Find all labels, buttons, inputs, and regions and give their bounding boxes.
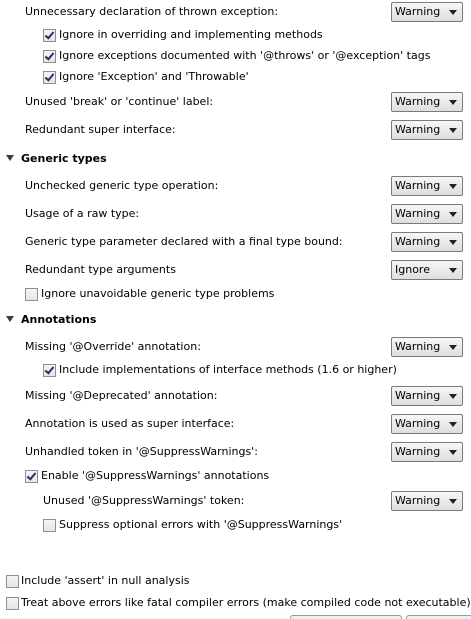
chevron-down-icon xyxy=(449,100,457,105)
redundant-type-arguments-severity-select[interactable]: Ignore xyxy=(391,260,463,280)
expand-arrow-icon xyxy=(6,155,14,161)
chevron-down-icon xyxy=(449,268,457,273)
missing-deprecated-label: Missing '@Deprecated' annotation: xyxy=(25,389,218,402)
chevron-down-icon xyxy=(449,212,457,217)
final-type-bound-severity-select[interactable]: Warning xyxy=(391,232,463,252)
chevron-down-icon xyxy=(449,240,457,245)
unused-break-label: Unused 'break' or 'continue' label: xyxy=(25,95,214,108)
chevron-down-icon xyxy=(449,499,457,504)
expand-arrow-icon xyxy=(6,316,14,322)
suppress-optional-errors-label: Suppress optional errors with '@Suppress… xyxy=(59,518,343,531)
chevron-down-icon xyxy=(449,450,457,455)
ignore-exception-throwable-checkbox[interactable] xyxy=(43,71,56,84)
unnecessary-declaration-severity-value: Warning xyxy=(395,5,441,18)
unused-suppress-token-severity-select[interactable]: Warning xyxy=(391,491,463,511)
unused-break-severity-select[interactable]: Warning xyxy=(391,92,463,112)
ignore-documented-exceptions-label: Ignore exceptions documented with '@thro… xyxy=(59,49,431,62)
missing-deprecated-severity-select[interactable]: Warning xyxy=(391,386,463,406)
unhandled-token-label: Unhandled token in '@SuppressWarnings': xyxy=(25,445,258,458)
unnecessary-declaration-severity-select[interactable]: Warning xyxy=(391,2,463,22)
unused-break-severity-value: Warning xyxy=(395,95,441,108)
generic-types-section-header[interactable]: Generic types xyxy=(6,150,107,168)
treat-fatal-errors-checkbox[interactable] xyxy=(6,597,19,610)
annotation-super-interface-severity-value: Warning xyxy=(395,417,441,430)
treat-fatal-errors-label: Treat above errors like fatal compiler e… xyxy=(21,596,471,609)
unused-suppress-token-label: Unused '@SuppressWarnings' token: xyxy=(43,494,245,507)
unused-suppress-token-severity-value: Warning xyxy=(395,494,441,507)
ignore-overriding-checkbox[interactable] xyxy=(43,29,56,42)
enable-suppress-warnings-label: Enable '@SuppressWarnings' annotations xyxy=(41,469,270,482)
annotation-super-interface-severity-select[interactable]: Warning xyxy=(391,414,463,434)
partial-button-edge[interactable] xyxy=(406,615,471,619)
chevron-down-icon xyxy=(449,394,457,399)
raw-type-severity-select[interactable]: Warning xyxy=(391,204,463,224)
redundant-super-interface-severity-select[interactable]: Warning xyxy=(391,120,463,140)
redundant-super-interface-severity-value: Warning xyxy=(395,123,441,136)
final-type-bound-severity-value: Warning xyxy=(395,235,441,248)
unchecked-generic-label: Unchecked generic type operation: xyxy=(25,179,219,192)
annotation-super-interface-label: Annotation is used as super interface: xyxy=(25,417,235,430)
unnecessary-declaration-label: Unnecessary declaration of thrown except… xyxy=(25,5,279,18)
unhandled-token-severity-value: Warning xyxy=(395,445,441,458)
missing-override-severity-select[interactable]: Warning xyxy=(391,337,463,357)
include-interface-methods-label: Include implementations of interface met… xyxy=(59,363,397,376)
missing-override-severity-value: Warning xyxy=(395,340,441,353)
missing-deprecated-severity-value: Warning xyxy=(395,389,441,402)
raw-type-severity-value: Warning xyxy=(395,207,441,220)
chevron-down-icon xyxy=(449,184,457,189)
ignore-exception-throwable-label: Ignore 'Exception' and 'Throwable' xyxy=(59,70,249,83)
ignore-unavoidable-checkbox[interactable] xyxy=(25,288,38,301)
ignore-unavoidable-label: Ignore unavoidable generic type problems xyxy=(41,287,275,300)
redundant-super-interface-label: Redundant super interface: xyxy=(25,123,176,136)
unhandled-token-severity-select[interactable]: Warning xyxy=(391,442,463,462)
chevron-down-icon xyxy=(449,422,457,427)
unchecked-generic-severity-select[interactable]: Warning xyxy=(391,176,463,196)
final-type-bound-label: Generic type parameter declared with a f… xyxy=(25,235,343,248)
ignore-documented-exceptions-checkbox[interactable] xyxy=(43,50,56,63)
partial-button-edge[interactable] xyxy=(290,615,402,619)
redundant-type-arguments-label: Redundant type arguments xyxy=(25,263,176,276)
annotations-section-header[interactable]: Annotations xyxy=(6,311,96,329)
ignore-overriding-label: Ignore in overriding and implementing me… xyxy=(59,28,323,41)
redundant-type-arguments-severity-value: Ignore xyxy=(395,263,430,276)
generic-types-title: Generic types xyxy=(21,152,107,165)
chevron-down-icon xyxy=(449,128,457,133)
include-assert-checkbox[interactable] xyxy=(6,575,19,588)
enable-suppress-warnings-checkbox[interactable] xyxy=(25,470,38,483)
include-assert-label: Include 'assert' in null analysis xyxy=(21,574,190,587)
chevron-down-icon xyxy=(449,10,457,15)
missing-override-label: Missing '@Override' annotation: xyxy=(25,340,201,353)
chevron-down-icon xyxy=(449,345,457,350)
unchecked-generic-severity-value: Warning xyxy=(395,179,441,192)
suppress-optional-errors-checkbox[interactable] xyxy=(43,519,56,532)
raw-type-label: Usage of a raw type: xyxy=(25,207,140,220)
include-interface-methods-checkbox[interactable] xyxy=(43,364,56,377)
annotations-title: Annotations xyxy=(21,313,97,326)
